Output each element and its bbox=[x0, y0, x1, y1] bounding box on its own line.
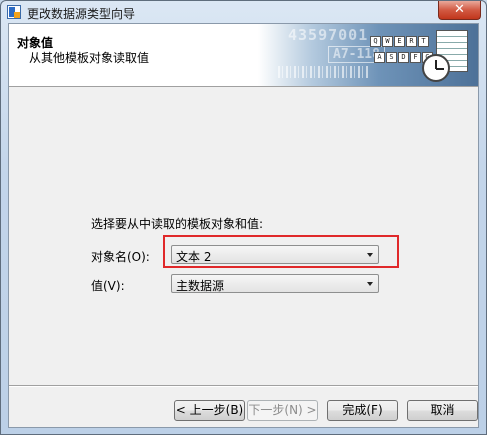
banner-number: 43597001 bbox=[288, 26, 369, 44]
object-name-label: 对象名(O): bbox=[91, 250, 150, 264]
window-title: 更改数据源类型向导 bbox=[27, 7, 136, 21]
wizard-window: 更改数据源类型向导 ✕ 对象值 从其他模板对象读取值 43597001 A7-1… bbox=[0, 0, 487, 435]
cancel-button[interactable]: 取消 bbox=[407, 400, 478, 421]
clock-icon bbox=[422, 54, 450, 82]
dropdown-arrow-icon bbox=[367, 282, 373, 286]
key-icon: W bbox=[382, 36, 393, 47]
value-label: 值(V): bbox=[91, 279, 125, 293]
back-button[interactable]: < 上一步(B) bbox=[174, 400, 245, 421]
key-icon: D bbox=[398, 52, 409, 63]
wizard-client-area: 对象值 从其他模板对象读取值 43597001 A7-118 QWERT ASD… bbox=[8, 23, 479, 428]
title-bar[interactable]: 更改数据源类型向导 ✕ bbox=[1, 1, 486, 23]
value-select-value: 主数据源 bbox=[176, 279, 225, 293]
key-icon: S bbox=[386, 52, 397, 63]
key-icon: A bbox=[374, 52, 385, 63]
close-button[interactable]: ✕ bbox=[438, 1, 481, 20]
footer-divider bbox=[9, 385, 478, 387]
next-button[interactable]: 下一步(N) > bbox=[247, 400, 318, 421]
highlight-box bbox=[163, 235, 399, 268]
wizard-header: 对象值 从其他模板对象读取值 43597001 A7-118 QWERT ASD… bbox=[9, 24, 478, 87]
header-banner-image: 43597001 A7-118 QWERT ASDFG bbox=[258, 24, 478, 86]
value-select[interactable]: 主数据源 bbox=[171, 274, 379, 293]
app-icon bbox=[7, 5, 21, 19]
instruction-text: 选择要从中读取的模板对象和值: bbox=[91, 217, 264, 231]
barcode-graphic bbox=[278, 66, 368, 78]
finish-button[interactable]: 完成(F) bbox=[327, 400, 398, 421]
key-icon: T bbox=[418, 36, 429, 47]
key-icon: Q bbox=[370, 36, 381, 47]
key-icon: F bbox=[410, 52, 421, 63]
key-icon: R bbox=[406, 36, 417, 47]
page-subtitle: 从其他模板对象读取值 bbox=[29, 51, 150, 65]
key-icon: E bbox=[394, 36, 405, 47]
